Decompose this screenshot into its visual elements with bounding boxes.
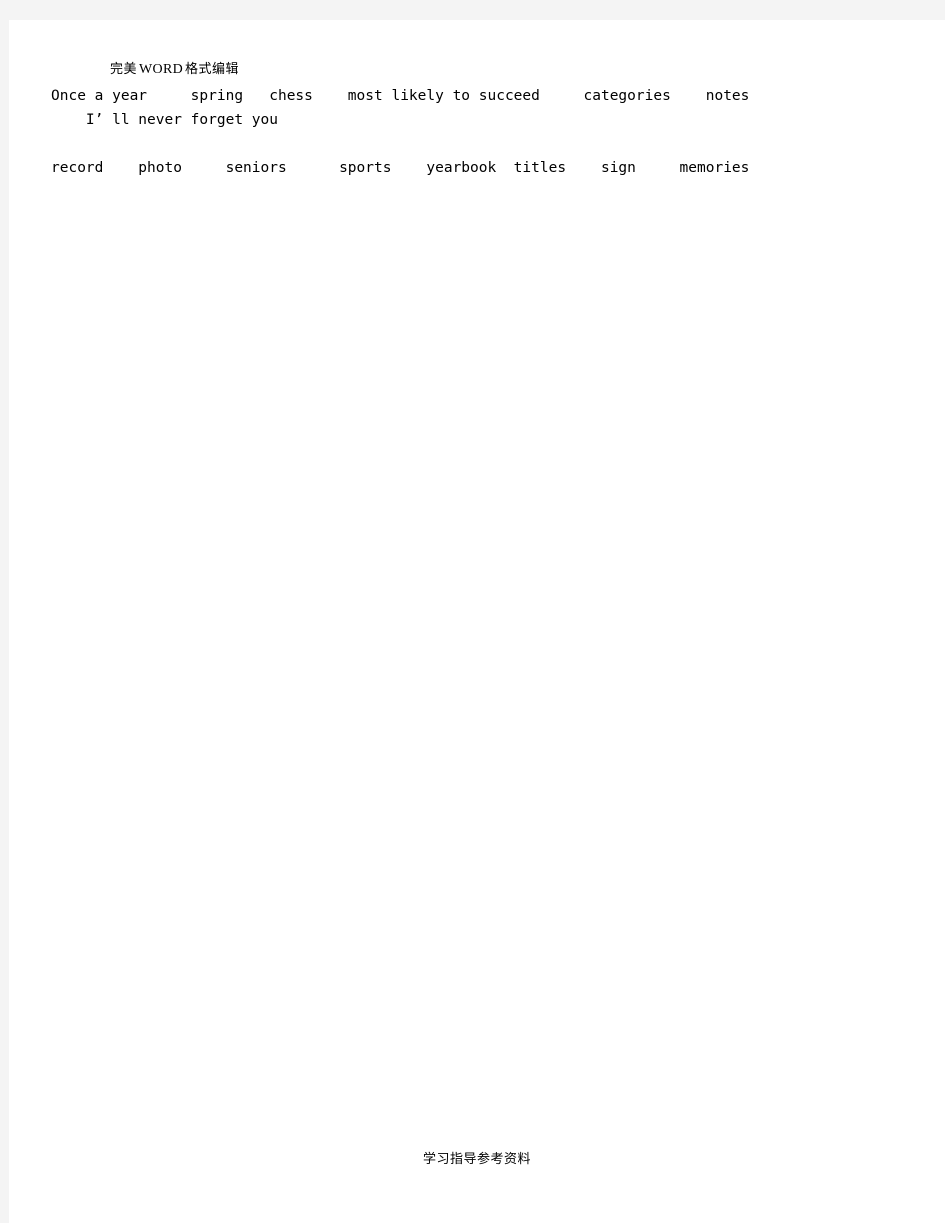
header-word-mark: WORD (139, 62, 183, 77)
document-header: 完美 WORD 格式编辑 (110, 61, 239, 77)
header-chinese-suffix: 格式编辑 (185, 62, 240, 77)
document-page: 完美 WORD 格式编辑 Once a year spring chess most… (9, 20, 945, 1223)
body-blank-line (51, 132, 931, 156)
body-text-line-1: Once a year spring chess most likely to … (51, 88, 750, 104)
body-text-line-3: record photo seniors sports yearbook tit… (51, 160, 750, 176)
page-canvas: 完美 WORD 格式编辑 Once a year spring chess most… (0, 0, 945, 1223)
body-text-line-2: I’ ll never forget you (51, 112, 278, 128)
footer-text: 学习指导参考资料 (422, 1152, 531, 1167)
header-chinese-prefix: 完美 (110, 62, 138, 77)
document-footer: 学习指导参考资料 (9, 1148, 945, 1168)
document-body[interactable]: Once a year spring chess most likely to … (51, 84, 931, 180)
